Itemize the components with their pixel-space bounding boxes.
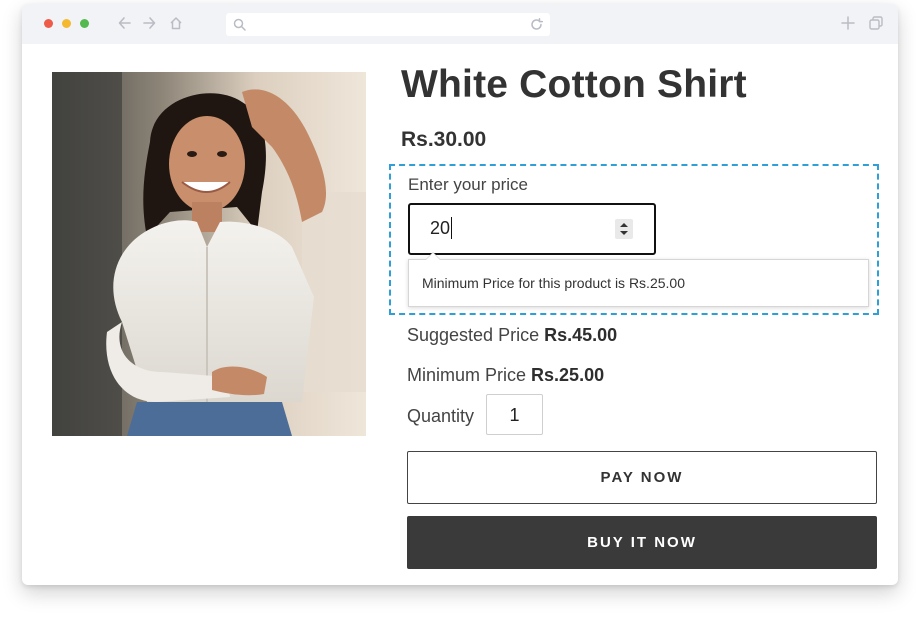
product-photo[interactable] <box>52 72 366 436</box>
browser-titlebar <box>22 4 898 44</box>
minimum-price-tooltip: Minimum Price for this product is Rs.25.… <box>408 252 869 307</box>
tooltip-arrow-icon <box>425 252 441 260</box>
suggested-price-line: Suggested Price Rs.45.00 <box>407 325 617 346</box>
quantity-value: 1 <box>509 405 520 425</box>
address-bar[interactable] <box>226 13 550 36</box>
text-caret <box>451 217 452 239</box>
buy-it-now-button[interactable]: BUY IT NOW <box>407 516 877 569</box>
minimum-price-label: Minimum Price <box>407 365 527 385</box>
price-input[interactable]: 20 <box>408 203 656 255</box>
custom-price-section: Enter your price 20 Minimum Price for th… <box>389 164 879 315</box>
quantity-label: Quantity <box>407 406 475 426</box>
quantity-input[interactable]: 1 <box>486 394 543 435</box>
minimum-price-line: Minimum Price Rs.25.00 <box>407 365 604 386</box>
copy-tabs-icon[interactable] <box>869 16 883 30</box>
suggested-price-value: Rs.45.00 <box>544 325 618 345</box>
new-tab-plus-icon[interactable] <box>841 16 855 30</box>
search-icon <box>233 18 246 31</box>
reload-icon[interactable] <box>530 18 543 31</box>
back-arrow-icon[interactable] <box>118 15 132 31</box>
enter-price-label: Enter your price <box>408 175 528 194</box>
suggested-price-label: Suggested Price <box>407 325 540 345</box>
maximize-window-button[interactable] <box>80 19 89 28</box>
forward-arrow-icon[interactable] <box>142 15 156 31</box>
home-icon[interactable] <box>169 15 183 31</box>
close-window-button[interactable] <box>44 19 53 28</box>
page-content: White Cotton Shirt Rs.30.00 Enter your p… <box>22 44 898 585</box>
pay-now-button[interactable]: PAY NOW <box>407 451 877 504</box>
product-price: Rs.30.00 <box>401 128 487 151</box>
number-spinner[interactable] <box>615 219 633 239</box>
minimize-window-button[interactable] <box>62 19 71 28</box>
price-input-value: 20 <box>430 218 451 238</box>
tooltip-text: Minimum Price for this product is Rs.25.… <box>422 275 685 291</box>
product-title: White Cotton Shirt <box>401 63 747 106</box>
browser-window: White Cotton Shirt Rs.30.00 Enter your p… <box>22 4 898 585</box>
minimum-price-value: Rs.25.00 <box>531 365 605 385</box>
